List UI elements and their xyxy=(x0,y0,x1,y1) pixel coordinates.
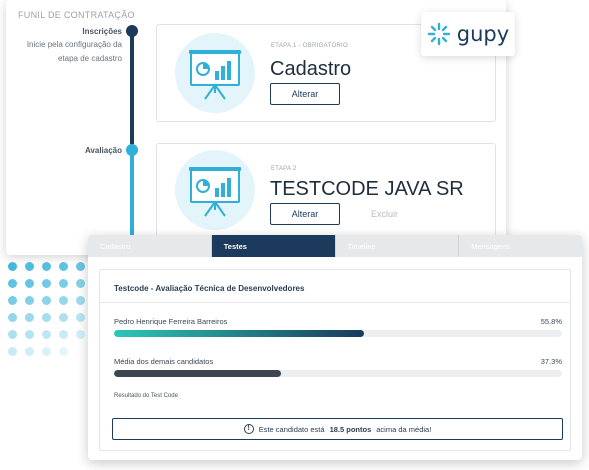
candidate-score-fill xyxy=(114,330,364,337)
decorative-dot xyxy=(25,347,34,356)
step-2-meta: ETAPA 2 xyxy=(271,166,297,172)
stage-inscricoes-description: Inicie pela configuração da etapa de cad… xyxy=(26,40,122,63)
average-score-fill xyxy=(114,370,282,377)
candidate-score-bar xyxy=(114,330,562,337)
decorative-dot xyxy=(42,313,51,322)
decorative-dot xyxy=(42,262,51,271)
exclamation-icon: ! xyxy=(243,424,254,434)
decorative-dot xyxy=(25,296,34,305)
candidate-tests-panel: Cadastro Testes Timeline Mensagens Testc… xyxy=(88,235,582,460)
decorative-dot xyxy=(76,279,85,288)
presentation-chart-icon xyxy=(189,50,241,100)
divider xyxy=(100,302,570,303)
logo-text: gupy xyxy=(456,22,510,46)
decorative-dot xyxy=(42,347,51,356)
candidate-name: Pedro Henrique Ferreira Barreiros xyxy=(114,317,228,326)
decorative-dot xyxy=(8,347,17,356)
gupy-spark-icon xyxy=(427,22,450,46)
decorative-dot xyxy=(25,262,34,271)
decorative-dot xyxy=(76,262,85,271)
test-title: Testcode - Avaliação Técnica de Desenvol… xyxy=(114,284,305,293)
decorative-dot xyxy=(76,313,85,322)
funnel-title: FUNIL DE CONTRATAÇÃO xyxy=(18,10,135,20)
decorative-dot xyxy=(76,330,85,339)
timeline-dot-inscricoes xyxy=(126,25,138,37)
decorative-dot xyxy=(8,279,17,288)
tab-testes[interactable]: Testes xyxy=(211,235,336,257)
result-label: Resultado do Test Code xyxy=(114,393,178,399)
score-notice: ! Este candidato está 18.5 pontos acima … xyxy=(112,418,563,440)
notice-highlight: 18.5 pontos xyxy=(329,424,372,434)
stage-inscricoes[interactable]: Inscrições xyxy=(22,27,122,36)
presentation-chart-icon xyxy=(189,167,241,217)
decorative-dot xyxy=(59,330,68,339)
decorative-dot xyxy=(59,262,68,271)
notice-prefix: Este candidato está xyxy=(258,424,325,434)
tab-cadastro[interactable]: Cadastro xyxy=(88,235,212,257)
decorative-dot xyxy=(42,330,51,339)
timeline-line-navy xyxy=(130,33,134,145)
decorative-dot xyxy=(8,296,17,305)
average-score-bar xyxy=(114,370,562,377)
tab-bar: Cadastro Testes Timeline Mensagens xyxy=(88,235,582,257)
step-icon-testcode xyxy=(175,150,255,230)
tab-mensagens[interactable]: Mensagens xyxy=(459,235,582,257)
decorative-dot xyxy=(8,313,17,322)
decorative-dot xyxy=(59,313,68,322)
gupy-logo: gupy xyxy=(421,12,515,56)
tab-timeline[interactable]: Timeline xyxy=(336,235,460,257)
decorative-dot xyxy=(25,313,34,322)
step-1-meta: ETAPA 1 - OBRIGATÓRIO xyxy=(271,43,348,49)
test-result-box: Testcode - Avaliação Técnica de Desenvol… xyxy=(99,269,571,451)
step-icon-cadastro xyxy=(175,33,255,113)
decorative-dot xyxy=(25,279,34,288)
decorative-dot xyxy=(59,347,68,356)
average-label: Média dos demais candidatos xyxy=(114,357,214,366)
average-score: 37.3% xyxy=(540,357,562,366)
decorative-dot xyxy=(76,296,85,305)
decorative-dot xyxy=(42,296,51,305)
decorative-dot xyxy=(59,279,68,288)
decorative-dot xyxy=(59,296,68,305)
step-2-excluir-button[interactable]: Excluir xyxy=(371,209,398,219)
timeline-dot-avaliacao xyxy=(126,144,138,156)
step-2-title: TESTCODE JAVA SR xyxy=(270,178,464,200)
decorative-dot xyxy=(25,330,34,339)
stage-avaliacao[interactable]: Avaliação xyxy=(22,146,122,155)
notice-suffix: acima da média! xyxy=(376,424,432,434)
candidate-score: 55.8% xyxy=(540,317,562,326)
decorative-dot xyxy=(8,262,17,271)
step-2-alterar-button[interactable]: Alterar xyxy=(270,203,340,225)
step-1-alterar-button[interactable]: Alterar xyxy=(270,83,340,105)
decorative-dot xyxy=(8,330,17,339)
step-1-title: Cadastro xyxy=(270,58,352,80)
decorative-dot xyxy=(42,279,51,288)
